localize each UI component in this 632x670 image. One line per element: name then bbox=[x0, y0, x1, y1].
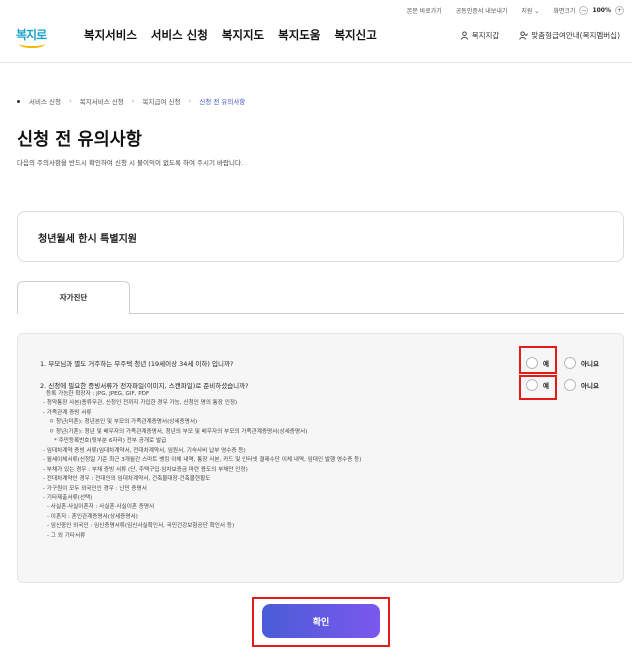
q1-no-label: 아니요 bbox=[581, 360, 599, 368]
doc-line: 등록 가능한 확장자 : JPG, JPEG, GIF, PDF bbox=[46, 391, 150, 397]
zoom-level: 100% bbox=[592, 7, 611, 14]
export-certificate-link[interactable]: 공동인증서 내보내기 bbox=[456, 6, 508, 15]
nav-welfare-report[interactable]: 복지신고 bbox=[334, 27, 376, 43]
doc-line: ㅇ 청년(기혼): 청년 및 배우자의 가족관계증명서, 청년의 부모 및 배우… bbox=[49, 428, 308, 435]
chevron-right-icon: › bbox=[68, 97, 72, 105]
breadcrumb-item[interactable]: 서비스 신청 bbox=[29, 96, 61, 106]
chevron-right-icon: › bbox=[188, 97, 192, 105]
zoom-in-button[interactable]: + bbox=[615, 6, 624, 15]
bokjiro-logo[interactable]: 복지로 bbox=[16, 24, 50, 50]
highlight-box-q1-yes bbox=[519, 346, 557, 374]
document-list: 등록 가능한 확장자 : JPG, JPEG, GIF, PDF - 청약통장 … bbox=[40, 390, 361, 541]
doc-line: ㅇ 청년(미혼): 청년본인 및 부모의 가족관계증명서(상세증명서) bbox=[49, 419, 198, 426]
tab-self-diagnosis[interactable]: 자가진단 bbox=[17, 281, 130, 314]
question-2: 2. 신청에 필요한 증빙서류가 전자파일(이미지, 스캔파일)로 준비하셨습니… bbox=[40, 382, 249, 390]
breadcrumb-item[interactable]: 복지급여 신청 bbox=[143, 96, 181, 106]
page-title: 신청 전 유의사항 bbox=[17, 130, 142, 150]
nav-welfare-map[interactable]: 복지지도 bbox=[222, 27, 264, 43]
nav-welfare-services[interactable]: 복지서비스 bbox=[84, 27, 137, 43]
doc-line: - 전대차계약인 경우 : 전대인의 임대차계약서, 건축물대장·건축물현황도 bbox=[43, 476, 211, 483]
welfare-wallet-link[interactable]: 복지지갑 bbox=[460, 30, 500, 41]
q1-no-option[interactable]: 아니요 bbox=[564, 357, 599, 369]
doc-line: - 이혼자 : 혼인관계증명서(상세증명서) bbox=[47, 513, 138, 520]
main-nav: 복지서비스 서비스 신청 복지지도 복지도움 복지신고 bbox=[84, 27, 377, 43]
zoom-control: 화면크기 − 100% + bbox=[553, 6, 624, 15]
doc-line: - 임대차계약 증빙 서류(임대차계약서, 전대차계약서, 임원서, 기숙사비 … bbox=[43, 447, 246, 454]
program-box: 청년월세 한시 특별지원 bbox=[17, 211, 624, 262]
doc-line: - 가족관계 증빙 서류 bbox=[43, 409, 92, 416]
doc-line: - 기타제출서류(선택) bbox=[43, 494, 93, 501]
doc-line: * 주민등록번호(뒷부분 6자리) 전부 공개로 발급 bbox=[54, 438, 167, 445]
nav-welfare-help[interactable]: 복지도움 bbox=[278, 27, 320, 43]
doc-line: - 가구원이 모두 외국인인 경우 : 난민 증명서 bbox=[43, 485, 147, 492]
benefit-guide-link[interactable]: 맞춤형급여안내(복지멤버십) bbox=[519, 30, 620, 41]
welfare-wallet-label: 복지지갑 bbox=[471, 31, 500, 40]
q2-no-radio[interactable] bbox=[564, 379, 576, 391]
logo-arc-icon bbox=[19, 40, 45, 48]
home-dot-icon bbox=[17, 99, 20, 103]
doc-line: - 임신중인 외국인 : 임신증명서류(임신사실확인서, 국민건강보험공단 확인… bbox=[47, 523, 235, 530]
nav-right: 복지지갑 맞춤형급여안내(복지멤버십) bbox=[460, 30, 620, 41]
nav-service-application[interactable]: 서비스 신청 bbox=[151, 27, 208, 43]
program-name: 청년월세 한시 특별지원 bbox=[38, 234, 137, 245]
breadcrumb-item[interactable]: 복지서비스 신청 bbox=[80, 96, 124, 106]
page-description: 다음의 주의사항을 반드시 확인하여 신청 시 불이익이 없도록 하여 주시기 … bbox=[17, 159, 244, 167]
doc-line: - 그 외 기타서류 bbox=[47, 532, 86, 539]
doc-line: - 월세이체서류(신청일 기준 최근 3개월간 스마트 뱅킹 이체 내역, 통장… bbox=[43, 457, 362, 464]
q2-no-label: 아니요 bbox=[581, 382, 599, 390]
q1-no-radio[interactable] bbox=[564, 357, 576, 369]
doc-line: - 사실혼·사실이혼자 : 사실혼·사실이혼 증명서 bbox=[47, 504, 155, 511]
person-icon bbox=[460, 31, 468, 40]
breadcrumb-current: 신청 전 유의사항 bbox=[199, 98, 246, 106]
q2-no-option[interactable]: 아니요 bbox=[564, 379, 599, 391]
breadcrumb: 서비스 신청 › 복지서비스 신청 › 복지급여 신청 › 신청 전 유의사항 bbox=[17, 96, 245, 106]
zoom-label: 화면크기 bbox=[553, 8, 576, 15]
header-divider bbox=[0, 62, 632, 63]
chevron-right-icon: › bbox=[131, 97, 135, 105]
doc-line: - 부채가 있는 경우 : 부채 증빙 서류 (단, 주택구입·임차보증금 마련… bbox=[43, 466, 248, 473]
question-1: 1. 부모님과 별도 거주하는 무주택 청년 (19세이상 34세 이하) 입니… bbox=[40, 360, 234, 368]
benefit-guide-label: 맞춤형급여안내(복지멤버십) bbox=[531, 31, 620, 40]
doc-line: - 청약통장 사본(종류무관, 신청인 전까지 가입한 경우 가능, 신청인 명… bbox=[43, 400, 238, 407]
zoom-out-button[interactable]: − bbox=[579, 6, 589, 15]
person-check-icon bbox=[519, 31, 529, 40]
skip-to-content-link[interactable]: 본문 바로가기 bbox=[407, 6, 442, 15]
support-dropdown[interactable]: 지원 ⌄ bbox=[521, 6, 539, 15]
highlight-box-q2-yes bbox=[519, 375, 557, 400]
utility-bar: 본문 바로가기 공동인증서 내보내기 지원 ⌄ 화면크기 − 100% + bbox=[407, 6, 624, 15]
highlight-box-confirm bbox=[252, 597, 390, 647]
tab-label: 자가진단 bbox=[59, 293, 88, 302]
